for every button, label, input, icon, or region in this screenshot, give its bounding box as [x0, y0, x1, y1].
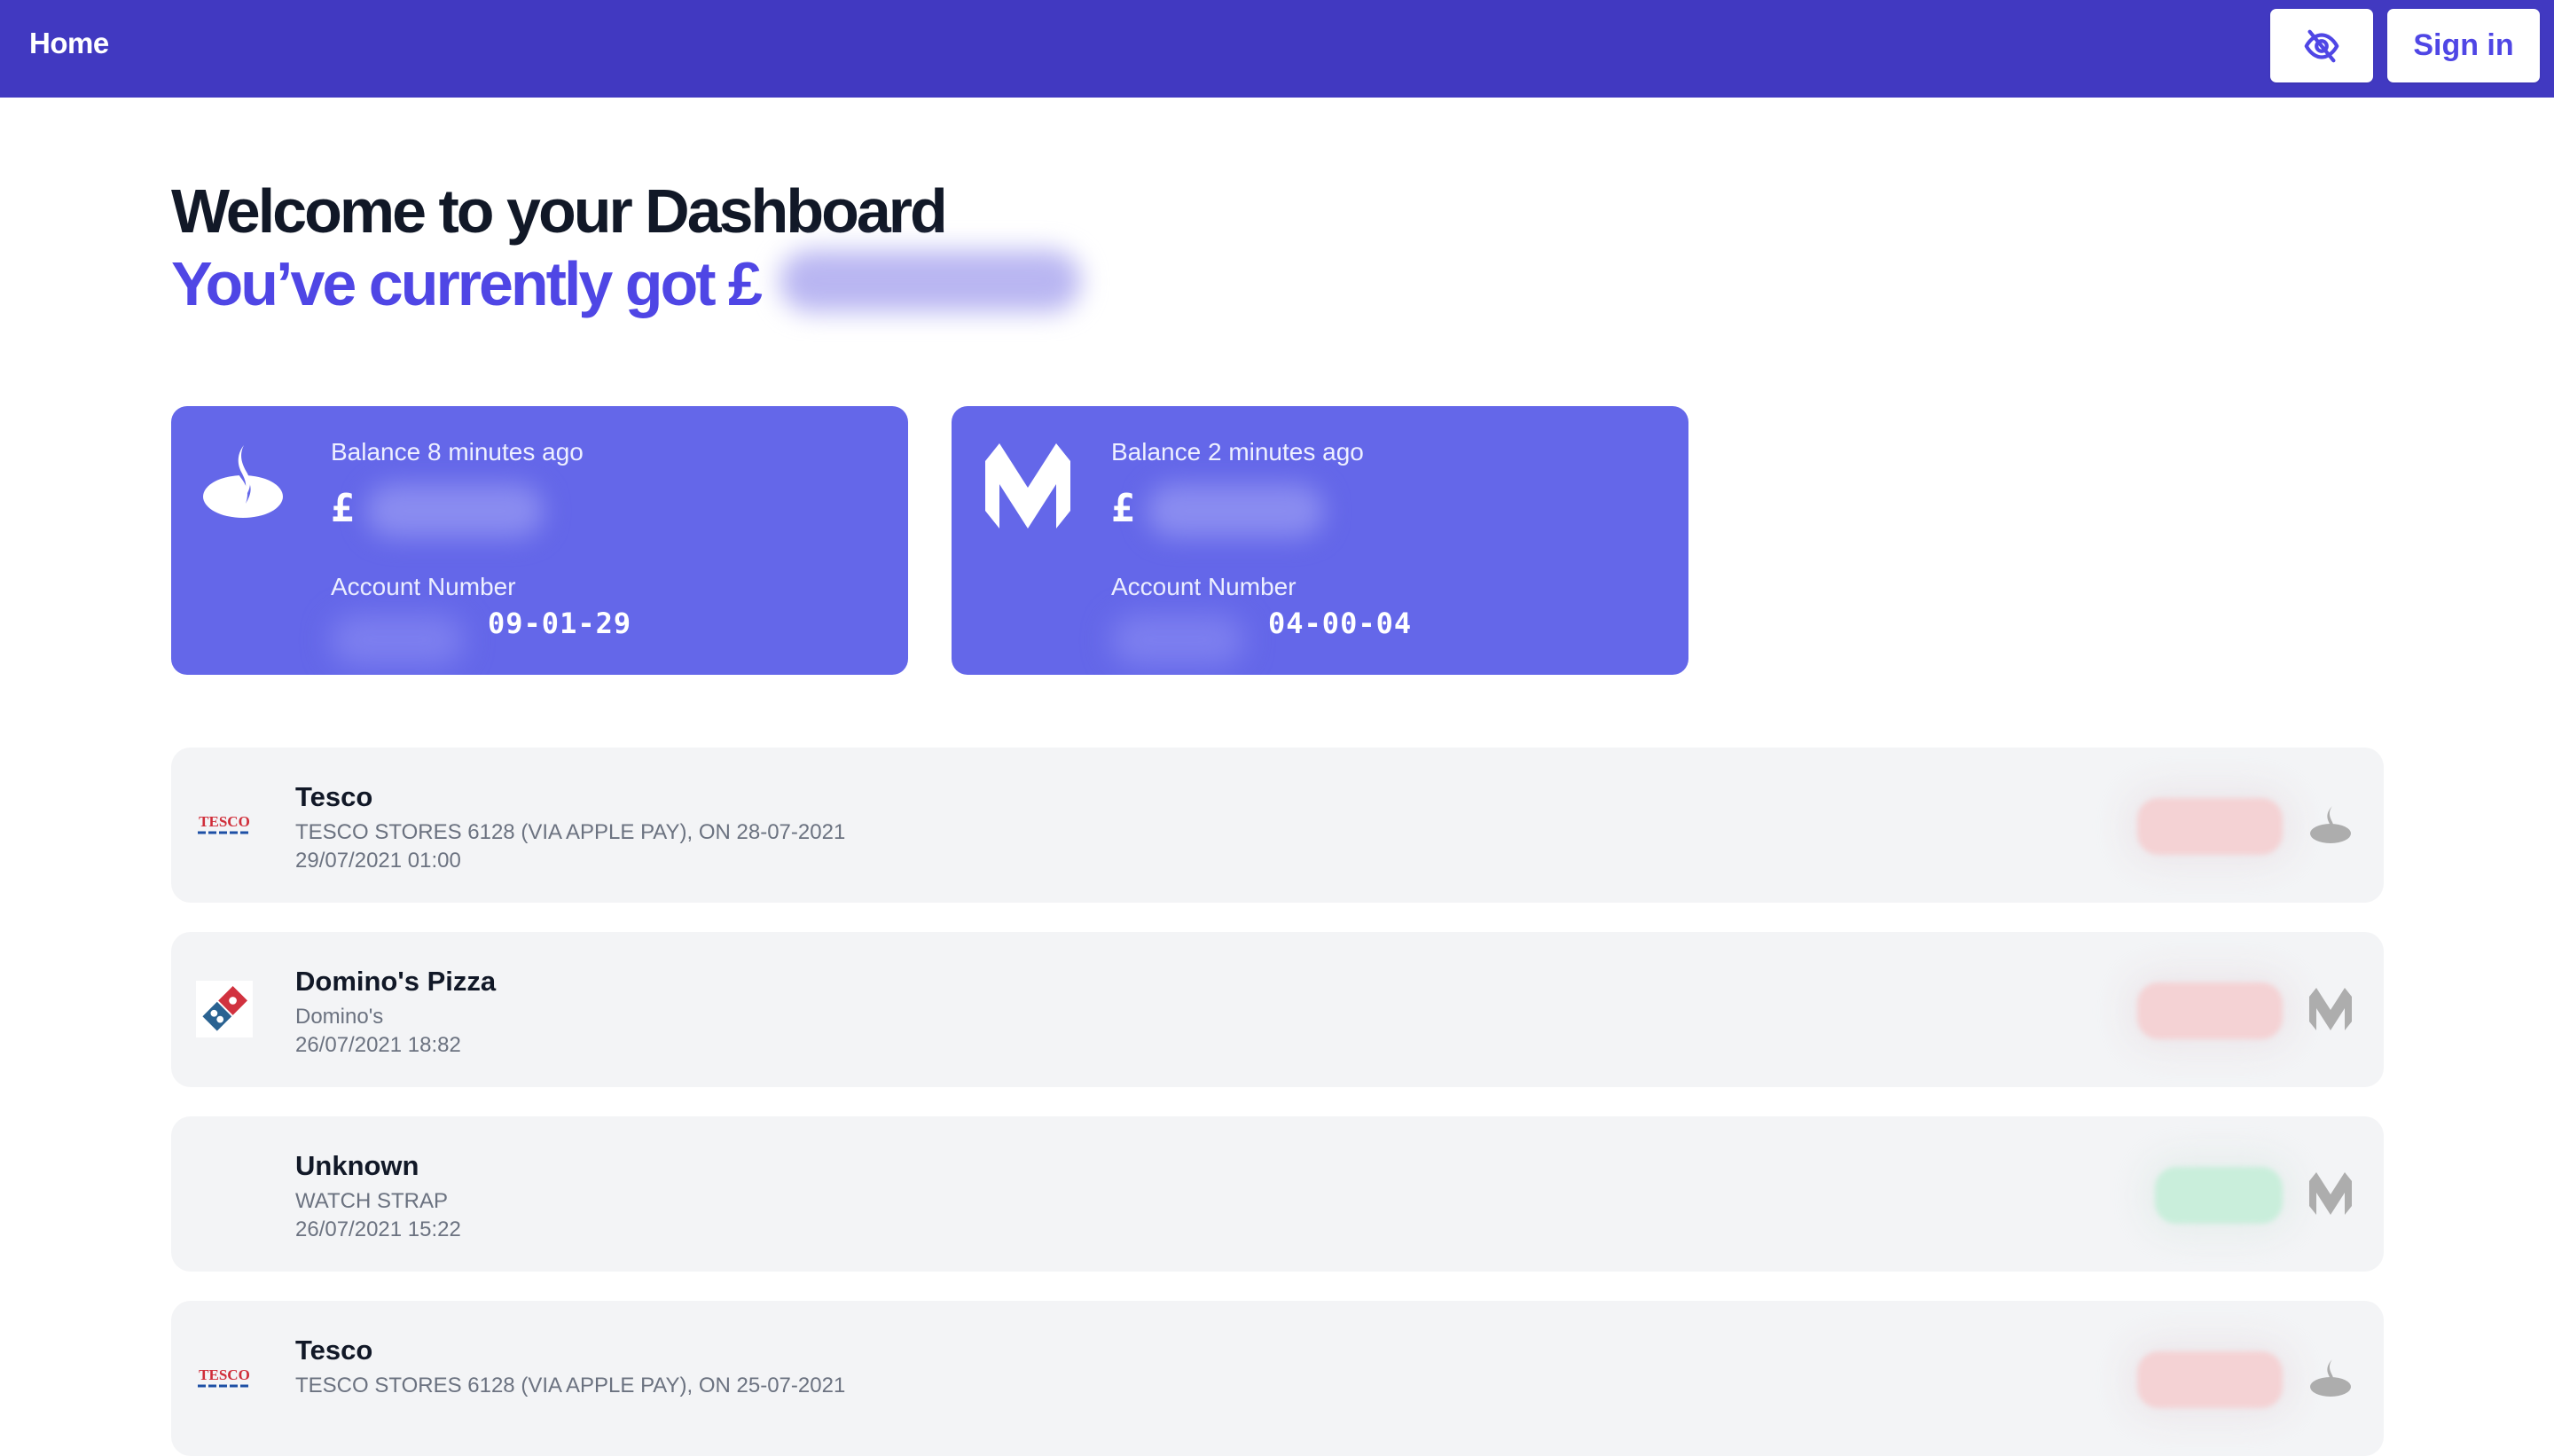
transaction-row[interactable]: Domino's Pizza Domino's 26/07/2021 18:82	[171, 932, 2384, 1087]
merchant-name: Tesco	[295, 781, 373, 812]
home-link[interactable]: Home	[29, 27, 109, 60]
merchant-name: Tesco	[295, 1335, 373, 1366]
currency-symbol: £	[1111, 486, 1135, 531]
merchant-name: Unknown	[295, 1150, 419, 1181]
total-balance-heading: You’ve currently got £	[171, 248, 1081, 319]
account-number-label: Account Number	[1111, 573, 1297, 600]
transaction-description: WATCH STRAP	[295, 1189, 448, 1213]
transaction-description: TESCO STORES 6128 (VIA APPLE PAY), ON 25…	[295, 1374, 846, 1397]
balance-blurred	[1147, 484, 1324, 537]
account-number-blurred	[331, 615, 464, 665]
tesco-logo-icon: TESCO	[198, 1366, 251, 1388]
transaction-row[interactable]: Unknown WATCH STRAP 26/07/2021 15:22	[171, 1116, 2384, 1272]
tesco-logo: TESCO	[196, 1350, 253, 1406]
svg-text:TESCO: TESCO	[199, 813, 250, 830]
page-title: Welcome to your Dashboard	[171, 176, 948, 246]
monzo-m-icon	[985, 443, 1070, 528]
currency-symbol: £	[331, 486, 355, 531]
sort-code: 09-01-29	[488, 607, 632, 640]
dominos-logo	[196, 981, 253, 1037]
santander-flame-icon	[203, 445, 283, 518]
account-number-blurred	[1111, 615, 1244, 665]
transaction-row[interactable]: TESCO Tesco TESCO STORES 6128 (VIA APPLE…	[171, 748, 2384, 903]
balance-blurred	[366, 484, 544, 537]
sort-code: 04-00-04	[1268, 607, 1413, 640]
tesco-logo: TESCO	[196, 796, 253, 853]
account-card-monzo[interactable]: Balance 2 minutes ago £ Account Number 0…	[952, 406, 1688, 675]
amount-blurred-debit	[2137, 1351, 2283, 1408]
account-number-label: Account Number	[331, 573, 516, 600]
tesco-logo-icon: TESCO	[198, 813, 251, 834]
transaction-description: Domino's	[295, 1005, 384, 1029]
monzo-m-icon	[2309, 988, 2352, 1030]
account-card-santander[interactable]: Balance 8 minutes ago £ Account Number 0…	[171, 406, 908, 675]
balance-label: Balance 2 minutes ago	[1111, 438, 1364, 466]
merchant-name: Domino's Pizza	[295, 966, 497, 997]
transaction-datetime: 29/07/2021 01:00	[295, 849, 461, 873]
amount-blurred-credit	[2155, 1167, 2283, 1224]
balance-label: Balance 8 minutes ago	[331, 438, 584, 466]
santander-flame-icon	[2310, 1359, 2351, 1397]
total-balance-blurred	[779, 250, 1081, 312]
transaction-row[interactable]: TESCO Tesco TESCO STORES 6128 (VIA APPLE…	[171, 1301, 2384, 1456]
eye-off-icon	[2304, 29, 2339, 62]
transaction-datetime: 26/07/2021 18:82	[295, 1033, 461, 1057]
amount-blurred-debit	[2137, 982, 2283, 1039]
santander-flame-icon	[2310, 806, 2351, 843]
transaction-description: TESCO STORES 6128 (VIA APPLE PAY), ON 28…	[295, 820, 846, 844]
transaction-datetime: 26/07/2021 15:22	[295, 1217, 461, 1241]
dominos-logo-icon	[202, 986, 247, 1031]
amount-blurred-debit	[2137, 798, 2283, 855]
monzo-m-icon	[2309, 1172, 2352, 1215]
sign-in-button[interactable]: Sign in	[2387, 9, 2540, 82]
svg-text:TESCO: TESCO	[199, 1366, 250, 1383]
top-nav-bar: Home Sign in	[0, 0, 2554, 98]
total-balance-label: You’ve currently got £	[171, 249, 763, 318]
toggle-privacy-button[interactable]	[2270, 9, 2373, 82]
